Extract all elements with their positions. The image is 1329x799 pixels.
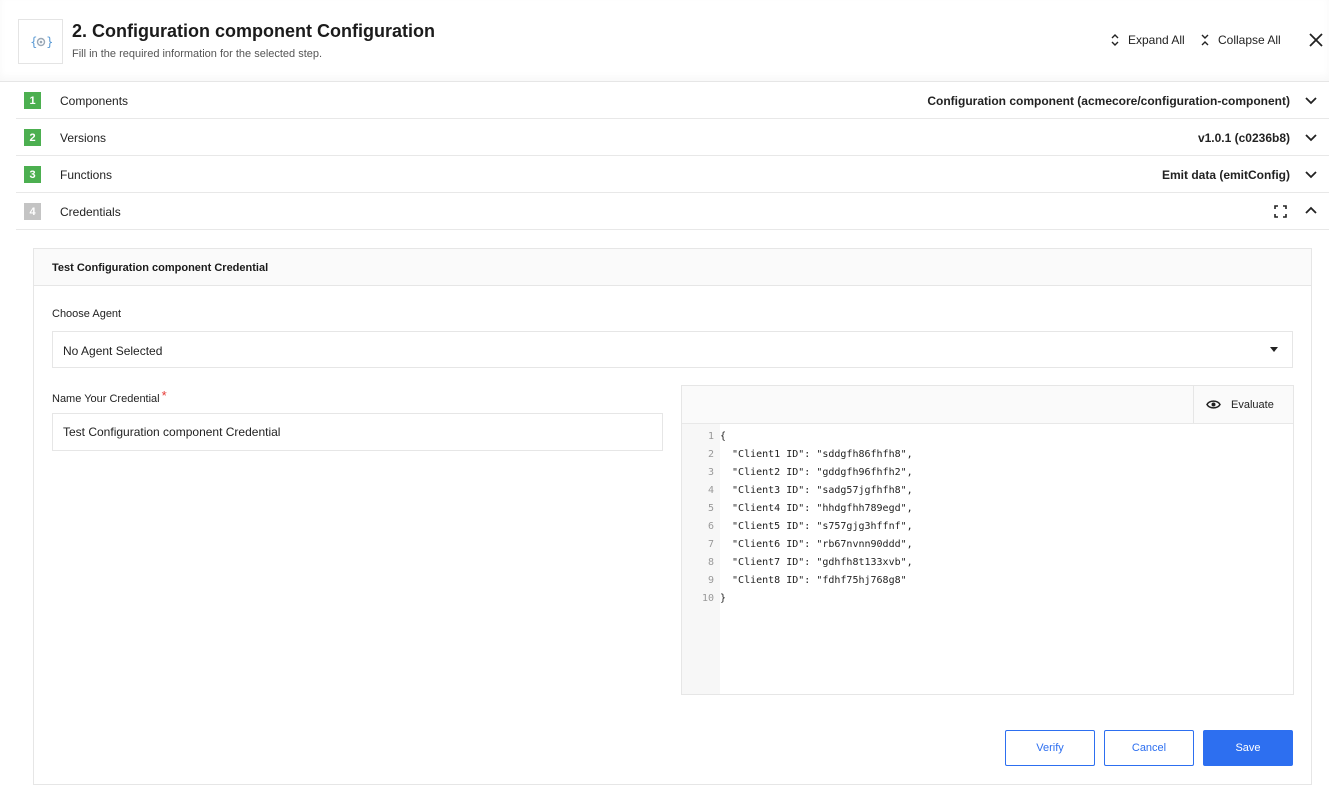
page-header: { } 2. Configuration component Configura… — [0, 0, 1329, 82]
step-label: Components — [60, 94, 129, 108]
line-number: 9 — [707, 575, 714, 586]
credential-card: Test Configuration component Credential … — [33, 248, 1312, 785]
credential-card-header: Test Configuration component Credential — [34, 249, 1311, 286]
step-row-versions[interactable]: 2 Versions v1.0.1 (c0236b8) — [16, 119, 1329, 156]
step-number-badge: 4 — [24, 203, 41, 220]
close-icon[interactable] — [1308, 32, 1324, 48]
line-number: 8 — [707, 557, 714, 568]
code-text: { — [720, 431, 727, 442]
verify-button[interactable]: Verify — [1005, 730, 1095, 766]
save-button[interactable]: Save — [1203, 730, 1293, 766]
code-text: "Client7 ID": "gdhfh8t133xvb", — [720, 557, 913, 568]
code-text: } — [720, 593, 727, 604]
code-text: "Client5 ID": "s757gjg3hffnf", — [720, 521, 913, 532]
code-line: 5 "Client4 ID": "hhdgfhh789egd", — [682, 500, 1293, 518]
line-number: 1 — [707, 431, 714, 442]
step-number-badge: 2 — [24, 129, 41, 146]
chevron-down-icon[interactable] — [1305, 95, 1317, 105]
fullscreen-icon[interactable] — [1274, 205, 1287, 218]
code-text: "Client8 ID": "fdhf75hj768g8" — [720, 575, 907, 586]
step-row-components[interactable]: 1 Components Configuration component (ac… — [16, 82, 1329, 119]
step-number-badge: 1 — [24, 92, 41, 109]
credential-name-label-text: Name Your Credential — [52, 393, 160, 405]
code-text: "Client3 ID": "sadg57jgfhfh8", — [720, 485, 913, 496]
line-number: 6 — [707, 521, 714, 532]
step-row-credentials[interactable]: 4 Credentials — [16, 193, 1329, 230]
editor-toolbar: Evaluate — [682, 386, 1293, 424]
step-number-badge: 3 — [24, 166, 41, 183]
code-line: 6 "Client5 ID": "s757gjg3hffnf", — [682, 518, 1293, 536]
editor-code-area[interactable]: 1{2 "Client1 ID": "sddgfh86fhfh8", 3 "Cli… — [682, 428, 1293, 608]
svg-text:{: { — [30, 35, 38, 49]
code-text: "Client2 ID": "gddgfh96fhfh2", — [720, 467, 913, 478]
line-number: 2 — [707, 449, 714, 460]
page-title: 2. Configuration component Configuration — [72, 21, 435, 41]
line-number: 10 — [701, 593, 714, 604]
config-component-icon: { } — [30, 35, 52, 49]
step-selected-value: Emit data (emitConfig) — [1162, 168, 1290, 182]
code-line: 10} — [682, 590, 1293, 608]
eye-icon — [1206, 400, 1221, 409]
evaluate-button[interactable]: Evaluate — [1193, 386, 1293, 423]
step-label: Credentials — [60, 205, 121, 219]
code-line: 9 "Client8 ID": "fdhf75hj768g8" — [682, 572, 1293, 590]
chevron-down-icon[interactable] — [1305, 132, 1317, 142]
line-number: 7 — [707, 539, 714, 550]
chevron-up-icon[interactable] — [1305, 206, 1317, 216]
line-number: 4 — [707, 485, 714, 496]
code-text: "Client6 ID": "rb67nvnn90ddd", — [720, 539, 913, 550]
agent-select-value: No Agent Selected — [63, 344, 163, 358]
code-line: 3 "Client2 ID": "gddgfh96fhfh2", — [682, 464, 1293, 482]
code-text: "Client1 ID": "sddgfh86fhfh8", — [720, 449, 913, 460]
code-line: 7 "Client6 ID": "rb67nvnn90ddd", — [682, 536, 1293, 554]
expand-icon — [1111, 34, 1119, 46]
step-selected-value: v1.0.1 (c0236b8) — [1197, 131, 1290, 145]
expand-all-label: Expand All — [1128, 33, 1185, 47]
code-line: 8 "Client7 ID": "gdhfh8t133xvb", — [682, 554, 1293, 572]
component-logo: { } — [18, 19, 63, 64]
line-number: 3 — [707, 467, 714, 478]
expand-all-button[interactable]: Expand All — [1110, 33, 1185, 47]
step-selected-value: Configuration component (acmecore/config… — [927, 94, 1290, 108]
code-line: 4 "Client3 ID": "sadg57jgfhfh8", — [682, 482, 1293, 500]
collapse-all-button[interactable]: Collapse All — [1200, 33, 1281, 47]
step-row-functions[interactable]: 3 Functions Emit data (emitConfig) — [16, 156, 1329, 193]
collapse-icon — [1201, 34, 1209, 46]
credential-name-label: Name Your Credential * — [52, 388, 167, 405]
choose-agent-label: Choose Agent — [52, 308, 122, 320]
collapse-all-label: Collapse All — [1218, 33, 1281, 47]
agent-select[interactable]: No Agent Selected — [52, 331, 1293, 368]
step-label: Versions — [60, 131, 107, 145]
credential-name-input[interactable] — [52, 413, 663, 451]
credential-card-title: Test Configuration component Credential — [52, 262, 269, 274]
json-editor[interactable]: Evaluate 1{2 "Client1 ID": "sddgfh86fhfh… — [681, 385, 1294, 695]
svg-text:}: } — [46, 35, 52, 49]
page-subtitle: Fill in the required information for the… — [72, 48, 323, 60]
chevron-down-icon[interactable] — [1305, 169, 1317, 179]
code-line: 2 "Client1 ID": "sddgfh86fhfh8", — [682, 446, 1293, 464]
line-number: 5 — [707, 503, 714, 514]
evaluate-label: Evaluate — [1231, 398, 1274, 411]
step-label: Functions — [60, 168, 113, 182]
caret-down-icon — [1270, 347, 1278, 352]
code-line: 1{ — [682, 428, 1293, 446]
required-asterisk: * — [161, 388, 167, 403]
code-text: "Client4 ID": "hhdgfhh789egd", — [720, 503, 913, 514]
cancel-button[interactable]: Cancel — [1104, 730, 1194, 766]
